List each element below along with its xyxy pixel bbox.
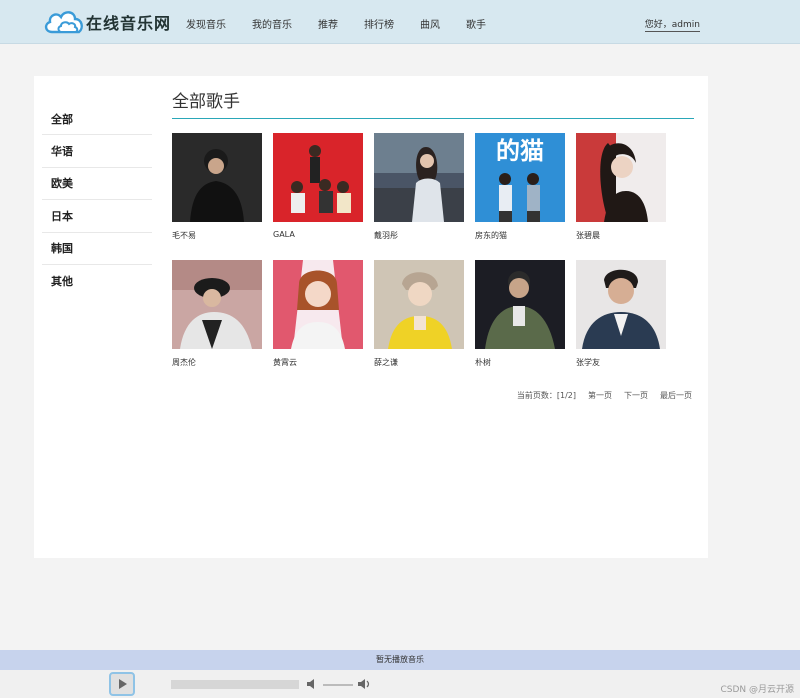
player-status-bar: 暂无播放音乐 [0,650,800,670]
sidebar-item-chinese[interactable]: 华语 [42,135,152,168]
page-info: 当前页数：[1/2] [516,391,576,400]
artist-photo [273,133,363,222]
last-page-link[interactable]: 最后一页 [660,390,692,401]
artist-photo [374,133,464,222]
artist-photo [172,260,262,349]
artist-name: 毛不易 [172,231,196,240]
main-nav: 发现音乐 我的音乐 推荐 排行榜 曲风 歌手 [186,16,512,31]
audio-player: CSDN @月云开源 [0,670,800,698]
page-title: 全部歌手 [172,90,694,119]
artist-photo [576,260,666,349]
artist-photo: 的猫 [475,133,565,222]
nav-charts[interactable]: 排行榜 [364,16,394,31]
first-page-link[interactable]: 第一页 [588,390,612,401]
artist-name: GALA [273,230,295,239]
artist-name: 戴羽彤 [374,231,398,240]
sidebar-item-korea[interactable]: 韩国 [42,233,152,265]
sidebar-item-western[interactable]: 欧美 [42,168,152,201]
watermark: CSDN @月云开源 [720,685,794,695]
nav-recommend[interactable]: 推荐 [318,16,338,31]
artist-name: 薛之谦 [374,358,398,367]
artist-name: 张学友 [576,358,600,367]
album-cover-text: 的猫 [496,137,544,165]
artist-name: 朴树 [475,358,491,367]
mute-icon[interactable] [306,678,318,690]
artist-main: 全部歌手 毛不易 GALA 戴羽彤 的猫 房东的猫 张碧晨 周杰伦 黄霄云 薛之… [172,90,694,367]
top-header: 在线音乐网 发现音乐 我的音乐 推荐 排行榜 曲风 歌手 您好，admin [0,0,800,44]
artist-name: 房东的猫 [475,231,507,240]
artist-photo [576,133,666,222]
artist-card[interactable]: 的猫 房东的猫 [475,133,565,241]
nav-artists[interactable]: 歌手 [466,16,486,31]
sidebar-item-all[interactable]: 全部 [42,103,152,136]
artist-card[interactable]: 朴树 [475,260,565,368]
nav-my-music[interactable]: 我的音乐 [252,16,292,31]
volume-icon[interactable] [357,678,371,690]
progress-bar[interactable] [171,680,299,689]
next-page-link[interactable]: 下一页 [624,390,648,401]
logo-text: 在线音乐网 [86,14,172,33]
artist-card[interactable]: 戴羽彤 [374,133,464,241]
artist-card[interactable]: 张碧晨 [576,133,666,241]
artist-name: 周杰伦 [172,358,196,367]
artist-photo [475,260,565,349]
artist-name: 黄霄云 [273,358,297,367]
artist-name: 张碧晨 [576,231,600,240]
artist-card[interactable]: GALA [273,133,363,239]
artist-photo [374,260,464,349]
play-button[interactable] [109,672,135,696]
artist-card[interactable]: 黄霄云 [273,260,363,368]
sidebar-item-other[interactable]: 其他 [42,265,152,297]
artist-card[interactable]: 毛不易 [172,133,262,241]
category-sidebar: 全部 华语 欧美 日本 韩国 其他 [42,103,152,297]
artist-card[interactable]: 张学友 [576,260,666,368]
site-logo[interactable]: 在线音乐网 [42,8,171,36]
cloud-icon [44,11,83,34]
artist-photo [273,260,363,349]
user-greeting[interactable]: 您好，admin [644,20,700,32]
content-panel: 全部 华语 欧美 日本 韩国 其他 全部歌手 毛不易 GALA 戴羽彤 的猫 房… [34,76,708,558]
artist-card[interactable]: 周杰伦 [172,260,262,368]
nav-genres[interactable]: 曲风 [420,16,440,31]
artist-photo [172,133,262,222]
pagination: 当前页数：[1/2] 第一页 下一页 最后一页 [517,390,692,401]
sidebar-item-japan[interactable]: 日本 [42,200,152,233]
volume-slider[interactable] [323,684,353,686]
nav-discover[interactable]: 发现音乐 [186,16,226,31]
artist-card[interactable]: 薛之谦 [374,260,464,368]
